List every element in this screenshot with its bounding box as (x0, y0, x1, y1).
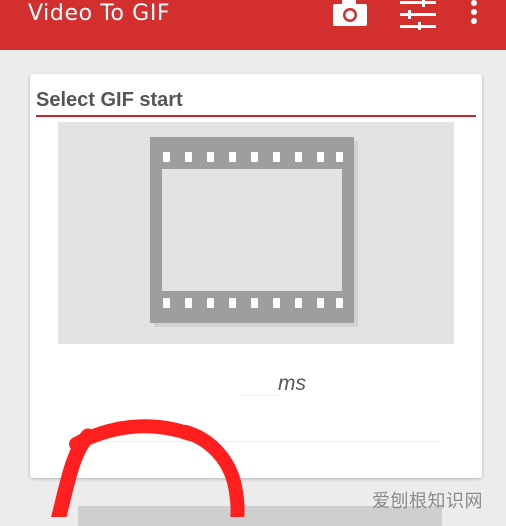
card-title: Select GIF start (36, 89, 183, 111)
film-strip-icon (150, 137, 358, 327)
video-preview[interactable] (58, 122, 454, 344)
input-underline (240, 395, 280, 396)
title-divider (36, 115, 476, 117)
more-options-button[interactable] (460, 0, 488, 30)
app-bar: Video To GIF (0, 0, 506, 50)
more-vert-icon (471, 0, 477, 24)
camera-button[interactable] (330, 0, 370, 30)
gif-start-card: Select GIF start ms (30, 74, 482, 478)
watermark: 爱刨根知识网 (372, 491, 483, 512)
card-divider (70, 441, 440, 442)
app-title: Video To GIF (28, 1, 171, 26)
settings-button[interactable] (396, 0, 440, 30)
time-unit-label: ms (278, 372, 306, 395)
camera-icon (333, 0, 367, 26)
tune-icon (400, 0, 436, 30)
